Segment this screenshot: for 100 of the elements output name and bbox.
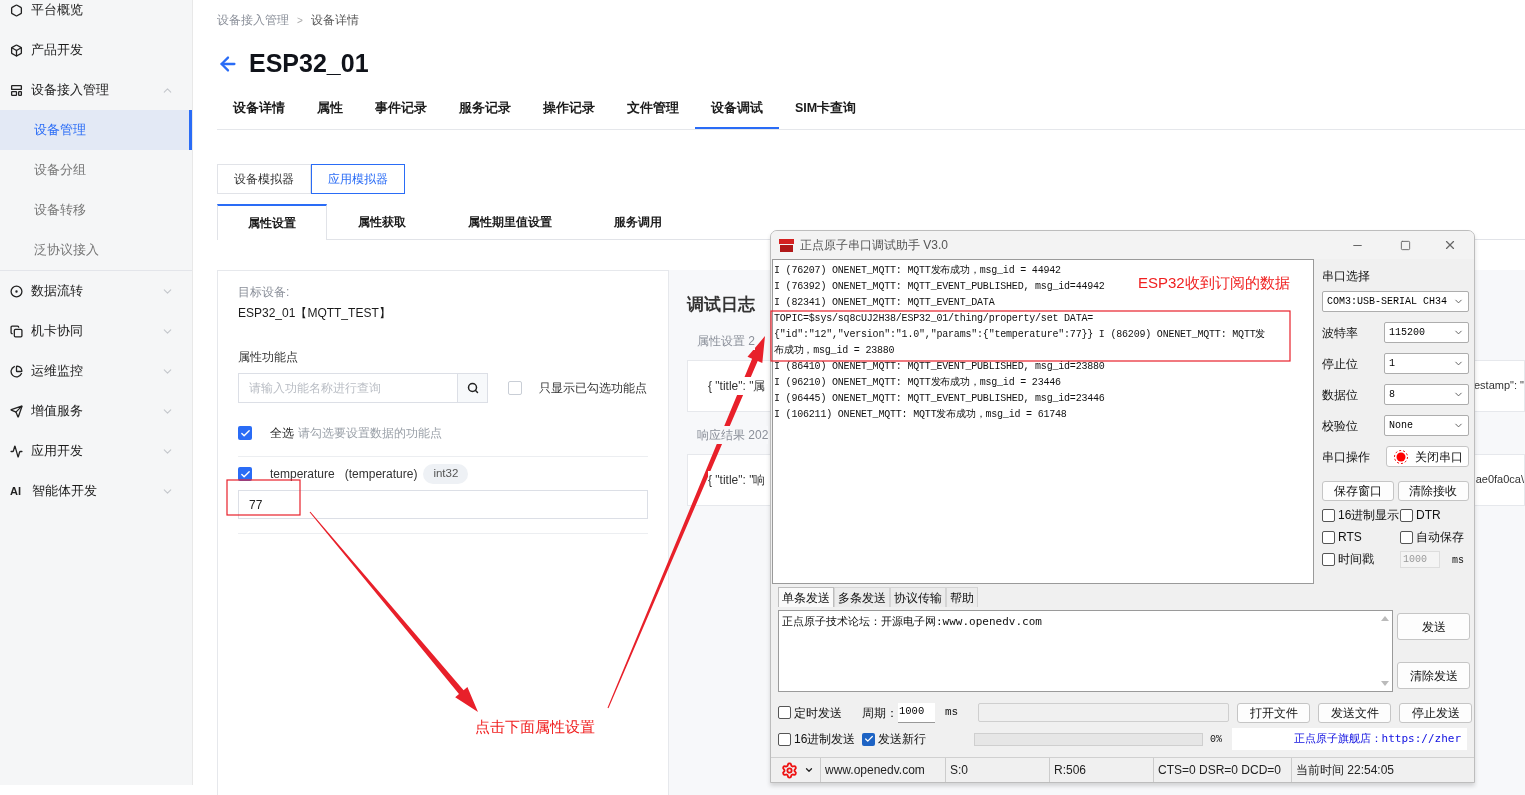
button[interactable]: 清除发送: [1397, 662, 1470, 689]
button[interactable]: 停止发送: [1399, 702, 1473, 723]
log-line: I (76392) ONENET_MQTT: MQTT_EVENT_PUBLISHED, msg_id=44942: [774, 280, 1105, 294]
log-line: I (86410) ONENET_MQTT: MQTT_EVENT_PUBLISHED, msg_id=23880: [774, 360, 1105, 374]
sidebar-subitem[interactable]: 设备管理: [0, 110, 192, 150]
send-area[interactable]: 正点原子技术论坛：开源电子网:www.openedv.com: [778, 610, 1393, 692]
tab[interactable]: 事件记录: [359, 99, 443, 129]
tab[interactable]: 协议传输: [890, 587, 946, 607]
log-line: I (106211) ONENET_MQTT: MQTT发布成功，msg_id = 61748: [774, 407, 1067, 422]
sidebar-item[interactable]: 机卡协同: [0, 311, 192, 351]
field-label: 停止位: [1322, 355, 1358, 373]
toggle-button[interactable]: 设备模拟器: [217, 164, 311, 194]
sidebar-item[interactable]: 数据流转: [0, 271, 192, 311]
unit-label: ms: [1452, 554, 1464, 568]
sidebar-subitem[interactable]: 设备分组: [0, 150, 192, 190]
button[interactable]: 发送: [1397, 613, 1470, 640]
tab[interactable]: 帮助: [946, 587, 978, 607]
tab[interactable]: 单条发送: [778, 587, 834, 607]
log-line: I (82341) ONENET_MQTT: MQTT_EVENT_DATA: [774, 296, 995, 310]
sidebar-item[interactable]: 产品开发: [0, 30, 192, 70]
dropdown[interactable]: None: [1384, 415, 1469, 436]
checkbox-label: 时间戳: [1338, 551, 1374, 568]
tab[interactable]: 操作记录: [527, 99, 611, 129]
button[interactable]: 保存窗口: [1322, 481, 1394, 501]
interval-field: 1000: [1400, 551, 1440, 568]
page-title: ESP32_01: [249, 48, 369, 80]
checkbox-label: 16进制显示: [1338, 507, 1400, 524]
window-title: 正点原子串口调试助手 V3.0: [800, 237, 950, 254]
entry-label: 响应结果 202: [697, 425, 769, 444]
json-text: { "title": "响: [708, 470, 766, 489]
status-text: S:0: [946, 758, 1050, 782]
tab[interactable]: 设备调试: [695, 99, 779, 129]
tab[interactable]: SIM卡查询: [779, 99, 873, 129]
tab[interactable]: 属性期里值设置: [437, 204, 583, 240]
log-line: {"id":"12","version":"1.0","params":{"temperature":77}} I (86209) ONENET_MQTT: MQTT发: [774, 328, 1266, 342]
property-name: temperature: [270, 466, 335, 483]
period-field[interactable]: 1000: [898, 702, 935, 723]
sidebar-item[interactable]: AI 智能体开发: [0, 471, 192, 511]
sidebar-item[interactable]: 运维监控: [0, 351, 192, 391]
checkbox-label: 发送新行: [878, 731, 926, 748]
tab[interactable]: 属性获取: [327, 204, 437, 240]
device-name: ESP32_01【MQTT_TEST】: [238, 305, 392, 322]
type-tag: int32: [423, 464, 469, 484]
button[interactable]: 清除接收: [1397, 481, 1469, 501]
log-line: 布成功，msg_id = 23880: [774, 343, 895, 358]
button[interactable]: 发送文件: [1318, 702, 1392, 723]
checkbox-label: 16进制发送: [794, 731, 856, 748]
tab[interactable]: 多条发送: [834, 587, 890, 607]
ai-icon: AI: [10, 482, 24, 500]
value-field[interactable]: 77: [238, 490, 648, 519]
checkbox-label: 只显示已勾选功能点: [539, 380, 647, 397]
button[interactable]: 打开文件: [1237, 702, 1311, 723]
sidebar-item[interactable]: 设备接入管理: [0, 70, 192, 110]
dropdown[interactable]: 8: [1384, 384, 1469, 405]
json-text: ae0fa0ca\: [1475, 472, 1524, 488]
tab[interactable]: 属性: [301, 99, 359, 129]
breadcrumb-separator: >: [297, 13, 303, 28]
sidebar-item[interactable]: 应用开发: [0, 431, 192, 471]
breadcrumb-link[interactable]: 设备接入管理: [217, 11, 289, 29]
status-text: www.openedv.com: [821, 758, 946, 782]
panel-title: 调试日志: [687, 294, 755, 316]
dropdown[interactable]: 1: [1384, 353, 1469, 374]
search-field[interactable]: 请输入功能名称进行查询: [238, 373, 458, 403]
field-label: 波特率: [1322, 324, 1358, 342]
tab[interactable]: 文件管理: [611, 99, 695, 129]
log-line: I (96445) ONENET_MQTT: MQTT_EVENT_PUBLISHED, msg_id=23446: [774, 392, 1105, 406]
annotation-text: ESP32收到订阅的数据: [1138, 273, 1290, 293]
progress-reading: 0%: [1210, 732, 1222, 747]
checkbox-label: 全选: [270, 425, 294, 442]
tab[interactable]: 服务记录: [443, 99, 527, 129]
property-identifier: (temperature): [344, 466, 418, 483]
dropdown[interactable]: COM3:USB-SERIAL CH34: [1322, 291, 1469, 312]
section-label: 属性功能点: [238, 349, 299, 366]
checkbox-label: 自动保存: [1416, 529, 1464, 546]
sidebar-subitem[interactable]: 设备转移: [0, 190, 192, 230]
tab[interactable]: 设备详情: [217, 99, 301, 129]
sidebar-item[interactable]: 平台概览: [0, 0, 192, 30]
dropdown[interactable]: 115200: [1384, 322, 1469, 343]
hint-text: 请勾选要设置数据的功能点: [298, 425, 442, 442]
field-label: 数据位: [1322, 386, 1358, 404]
field-label: 周期：: [862, 704, 898, 722]
field-label: 目标设备:: [238, 284, 291, 301]
status-text: 当前时间 22:54:05: [1295, 762, 1396, 779]
field-label: 串口操作: [1322, 448, 1370, 466]
checkbox-label: 定时发送: [794, 704, 842, 722]
sidebar-item[interactable]: 增值服务: [0, 391, 192, 431]
field-label: 串口选择: [1322, 268, 1371, 285]
json-text: estamp": ": [1474, 378, 1524, 394]
json-text: { "title": "属: [708, 376, 766, 395]
toggle-button[interactable]: 应用模拟器: [311, 164, 405, 194]
unit-label: ms: [945, 705, 959, 721]
button[interactable]: 关闭串口: [1386, 446, 1469, 467]
checkbox-label: RTS: [1338, 529, 1362, 546]
checkbox-label: DTR: [1416, 507, 1441, 524]
sidebar-subitem[interactable]: 泛协议接入: [0, 230, 192, 270]
tab[interactable]: 属性设置: [217, 204, 327, 240]
log-line: I (76207) ONENET_MQTT: MQTT发布成功，msg_id = 44942: [774, 263, 1061, 278]
breadcrumb-current: 设备详情: [310, 12, 359, 29]
annotation-text: 点击下面属性设置: [475, 717, 595, 737]
tab[interactable]: 服务调用: [583, 204, 693, 240]
